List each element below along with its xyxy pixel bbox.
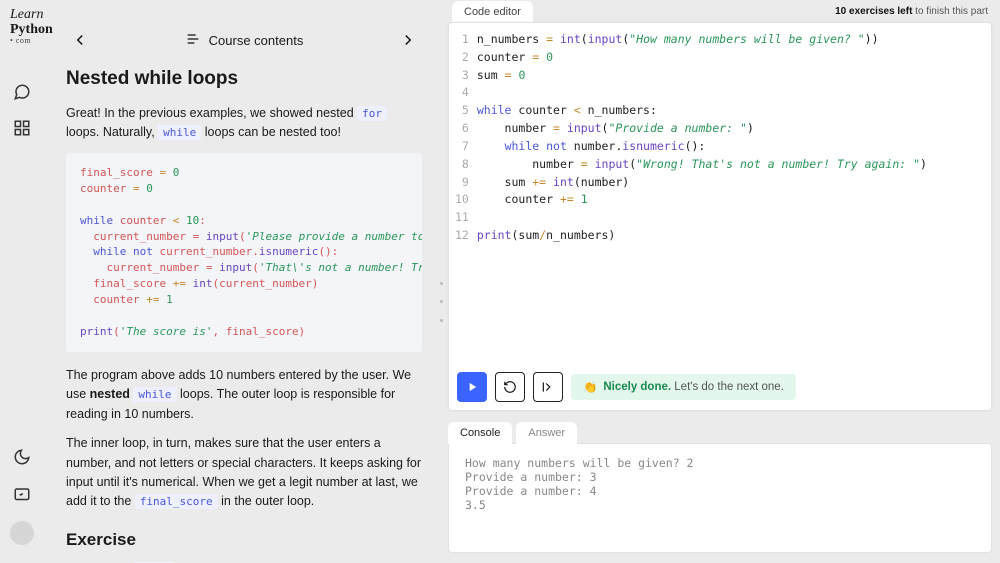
- code-inline-for: for: [357, 106, 387, 121]
- lesson-p3: The inner loop, in turn, makes sure that…: [66, 434, 422, 512]
- brand-logo[interactable]: Learn Python • com: [10, 8, 53, 46]
- list-icon: [185, 31, 201, 50]
- brand-line1: Learn: [10, 8, 53, 23]
- next-exercise-button[interactable]: [533, 372, 563, 402]
- panel-resize-handle[interactable]: [440, 282, 444, 322]
- line-gutter: 123456789101112: [449, 31, 477, 366]
- editor-tab[interactable]: Code editor: [452, 1, 533, 23]
- next-button[interactable]: [394, 26, 422, 54]
- course-contents-label: Course contents: [209, 33, 304, 48]
- dashboard-icon[interactable]: [10, 116, 34, 140]
- lesson-p2: The program above adds 10 numbers entere…: [66, 366, 422, 424]
- exercise-heading: Exercise: [66, 530, 422, 550]
- lesson-panel: Course contents Nested while loops Great…: [48, 0, 440, 563]
- feedback-icon[interactable]: [10, 483, 34, 507]
- console-output[interactable]: How many numbers will be given? 2 Provid…: [448, 443, 992, 553]
- lesson-title: Nested while loops: [66, 68, 422, 90]
- console-tab[interactable]: Console: [448, 422, 512, 444]
- code-inline-while2: while: [133, 387, 176, 402]
- code-editor[interactable]: 123456789101112 n_numbers = int(input("H…: [448, 22, 992, 411]
- status-message: 👏 Nicely done. Let's do the next one.: [571, 374, 796, 400]
- brand-line3: • com: [10, 37, 53, 45]
- prev-button[interactable]: [66, 26, 94, 54]
- code-inline-finalscore: final_score: [135, 494, 218, 509]
- answer-tab[interactable]: Answer: [516, 422, 577, 444]
- chat-icon[interactable]: [10, 80, 34, 104]
- run-button[interactable]: [457, 372, 487, 402]
- theme-icon[interactable]: [10, 445, 34, 469]
- code-inline-while: while: [158, 125, 201, 140]
- reset-button[interactable]: [495, 372, 525, 402]
- lesson-p1: Great! In the previous examples, we show…: [66, 104, 422, 143]
- code-area[interactable]: n_numbers = int(input("How many numbers …: [477, 31, 991, 366]
- editor-panel: Code editor 123456789101112 n_numbers = …: [448, 0, 992, 553]
- course-contents-button[interactable]: Course contents: [185, 31, 304, 50]
- example-code-block: final_score = 0 counter = 0 while counte…: [66, 153, 422, 352]
- brand-line2: Python: [10, 23, 53, 38]
- avatar[interactable]: [10, 521, 34, 545]
- clap-icon: 👏: [583, 380, 597, 394]
